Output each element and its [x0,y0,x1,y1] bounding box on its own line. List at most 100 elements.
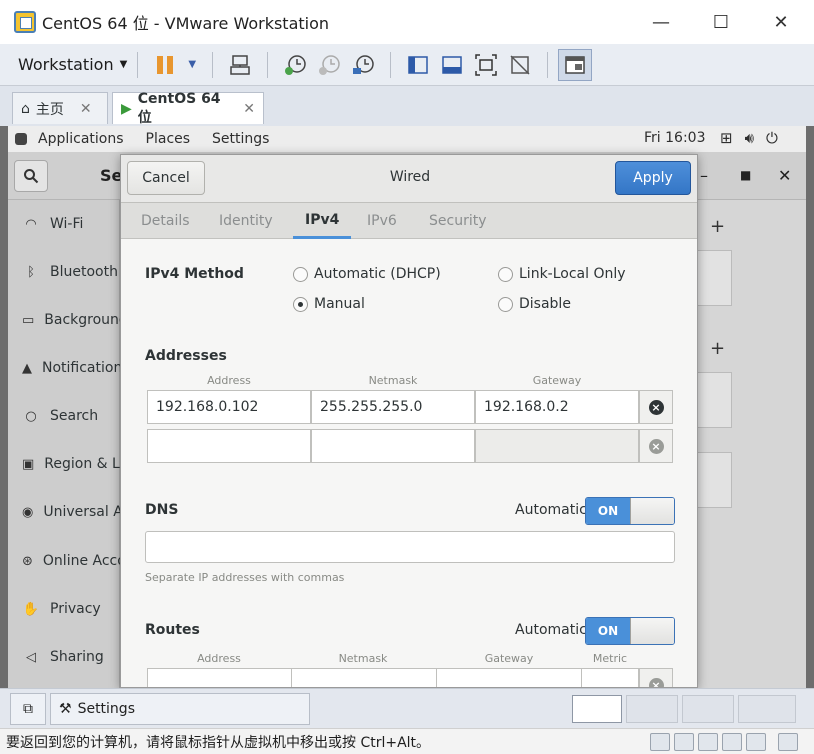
delete-route-button[interactable]: × [639,668,673,687]
places-menu[interactable]: Places [146,131,191,147]
revert-snapshot-button[interactable] [312,49,346,81]
close-icon[interactable]: ✕ [778,166,791,185]
workspace-thumbnail[interactable] [682,695,734,723]
radio-label: Automatic (DHCP) [314,266,441,282]
workstation-menu[interactable]: Workstation ▼ [18,55,127,74]
tab-centos[interactable]: ▶ CentOS 64 位 ✕ [112,91,264,126]
sidebar-item-region[interactable]: ▣ Region & Language [8,440,120,488]
sidebar-item-online-accounts[interactable]: ⊛ Online Accounts [8,537,120,585]
sidebar-item-bluetooth[interactable]: ᛒ Bluetooth [8,248,120,296]
route-gateway-input[interactable] [436,668,582,687]
radio-disable[interactable]: Disable [498,296,571,312]
close-tab-icon[interactable]: ✕ [80,101,92,117]
add-connection-icon[interactable]: + [710,216,725,237]
tab-ipv6[interactable]: IPv6 [367,203,397,239]
address-input[interactable]: 192.168.0.102 [147,390,311,424]
sidebar-item-privacy[interactable]: ✋ Privacy [8,585,120,633]
routes-label: Routes [145,622,200,638]
delete-address-button[interactable]: × [639,390,673,424]
radio-manual[interactable]: Manual [293,296,365,312]
radio-link-local-only[interactable]: Link-Local Only [498,266,626,282]
tab-ipv4[interactable]: IPv4 [293,203,352,239]
dialog-header: Cancel Wired Apply [121,155,697,203]
sidebar-item-search[interactable]: ○ Search [8,392,120,440]
dialog-title: Wired [389,169,431,185]
radio-indicator [498,296,513,312]
dropdown-arrow-icon: ▼ [119,59,128,70]
home-icon: ⌂ [21,100,30,117]
fit-guest-icon[interactable] [778,733,798,751]
cd-drive-icon[interactable] [674,733,694,751]
clock[interactable]: Fri 16:03 [644,130,705,146]
settings-search-button[interactable] [14,160,48,192]
snapshot-button[interactable] [278,49,312,81]
maximize-button[interactable]: ☐ [698,8,744,36]
network-adapter-icon[interactable] [698,733,718,751]
tab-details[interactable]: Details [141,203,190,239]
minimize-icon[interactable]: – [700,166,708,185]
vmware-tabbar: ⌂ 主页 ✕ ▶ CentOS 64 位 ✕ [0,86,814,126]
gateway-input[interactable]: 192.168.0.2 [475,390,639,424]
tab-home[interactable]: ⌂ 主页 ✕ [12,92,108,124]
system-tray[interactable]: ⊞ 🔊︎ ⏻ [720,129,778,147]
routes-automatic-switch[interactable]: ON [585,617,675,645]
workspace-thumbnail[interactable] [626,695,678,723]
pause-button[interactable] [148,49,182,81]
hard-disk-icon[interactable] [650,733,670,751]
route-metric-input[interactable] [581,668,639,687]
dialog-tabs: Details Identity IPv4 IPv6 Security [121,203,697,239]
radio-automatic-dhcp[interactable]: Automatic (DHCP) [293,266,441,282]
pause-dropdown[interactable]: ▼ [182,49,202,81]
console-view-button[interactable] [558,48,593,81]
clear-icon: × [648,438,664,454]
apply-button[interactable]: Apply [615,161,691,195]
unity-button[interactable] [503,49,537,81]
wifi-icon: ◠ [25,216,37,232]
display-icon[interactable] [746,733,766,751]
dns-automatic-switch[interactable]: ON [585,497,675,525]
maximize-icon[interactable]: ■ [740,168,751,182]
vmware-app-icon [14,11,36,33]
sidebar-item-background[interactable]: ▭ Background [8,296,120,344]
sidebar-item-label: Notifications [42,360,120,376]
workspace-thumbnail[interactable] [738,695,796,723]
snapshot-manager-button[interactable] [346,49,380,81]
sidebar-item-notifications[interactable]: ▲ Notifications [8,344,120,392]
workspace-thumbnail[interactable] [572,695,622,723]
close-tab-icon[interactable]: ✕ [243,101,255,117]
netmask-input[interactable] [311,429,475,463]
tab-label: 主页 [35,101,64,118]
sidebar-item-sharing[interactable]: ◁ Sharing [8,633,120,681]
accessibility-icon: ◉ [22,504,34,520]
dns-input[interactable] [145,531,675,563]
sidebar-item-wifi[interactable]: ◠ Wi-Fi [8,200,120,248]
close-button[interactable]: ✕ [758,8,804,36]
tab-identity[interactable]: Identity [219,203,273,239]
route-address-input[interactable] [147,668,292,687]
sidebar-item-label: Privacy [50,601,101,617]
sound-card-icon[interactable] [722,733,742,751]
delete-address-button[interactable]: × [639,429,673,463]
taskbar-settings-item[interactable]: ⚒ Settings [50,693,310,725]
full-screen-button[interactable] [469,49,503,81]
sidebar-item-universal-access[interactable]: ◉ Universal Access [8,488,120,536]
add-vpn-icon[interactable]: + [710,338,725,359]
radio-indicator-selected [293,296,308,312]
tab-security[interactable]: Security [429,203,487,239]
route-netmask-input[interactable] [291,668,437,687]
send-ctrl-alt-del-button[interactable] [223,49,257,81]
netmask-input[interactable]: 255.255.255.0 [311,390,475,424]
minimize-button[interactable]: — [638,8,684,36]
show-desktop-button[interactable]: ⧉ [10,693,46,725]
bottom-bar-layout-icon [442,55,463,74]
clock-revert-icon [319,54,341,75]
library-view-button[interactable] [401,49,435,81]
guest-screen[interactable]: Applications Places Settings Fri 16:03 ⊞… [8,126,806,688]
network-icon: ⊞ [720,129,733,147]
address-input[interactable] [147,429,311,463]
thumbnail-view-button[interactable] [435,49,469,81]
restore-window-icon: ⧉ [23,701,33,717]
radio-indicator [293,266,308,282]
settings-menu[interactable]: Settings [212,131,269,147]
applications-menu[interactable]: Applications [38,131,124,147]
